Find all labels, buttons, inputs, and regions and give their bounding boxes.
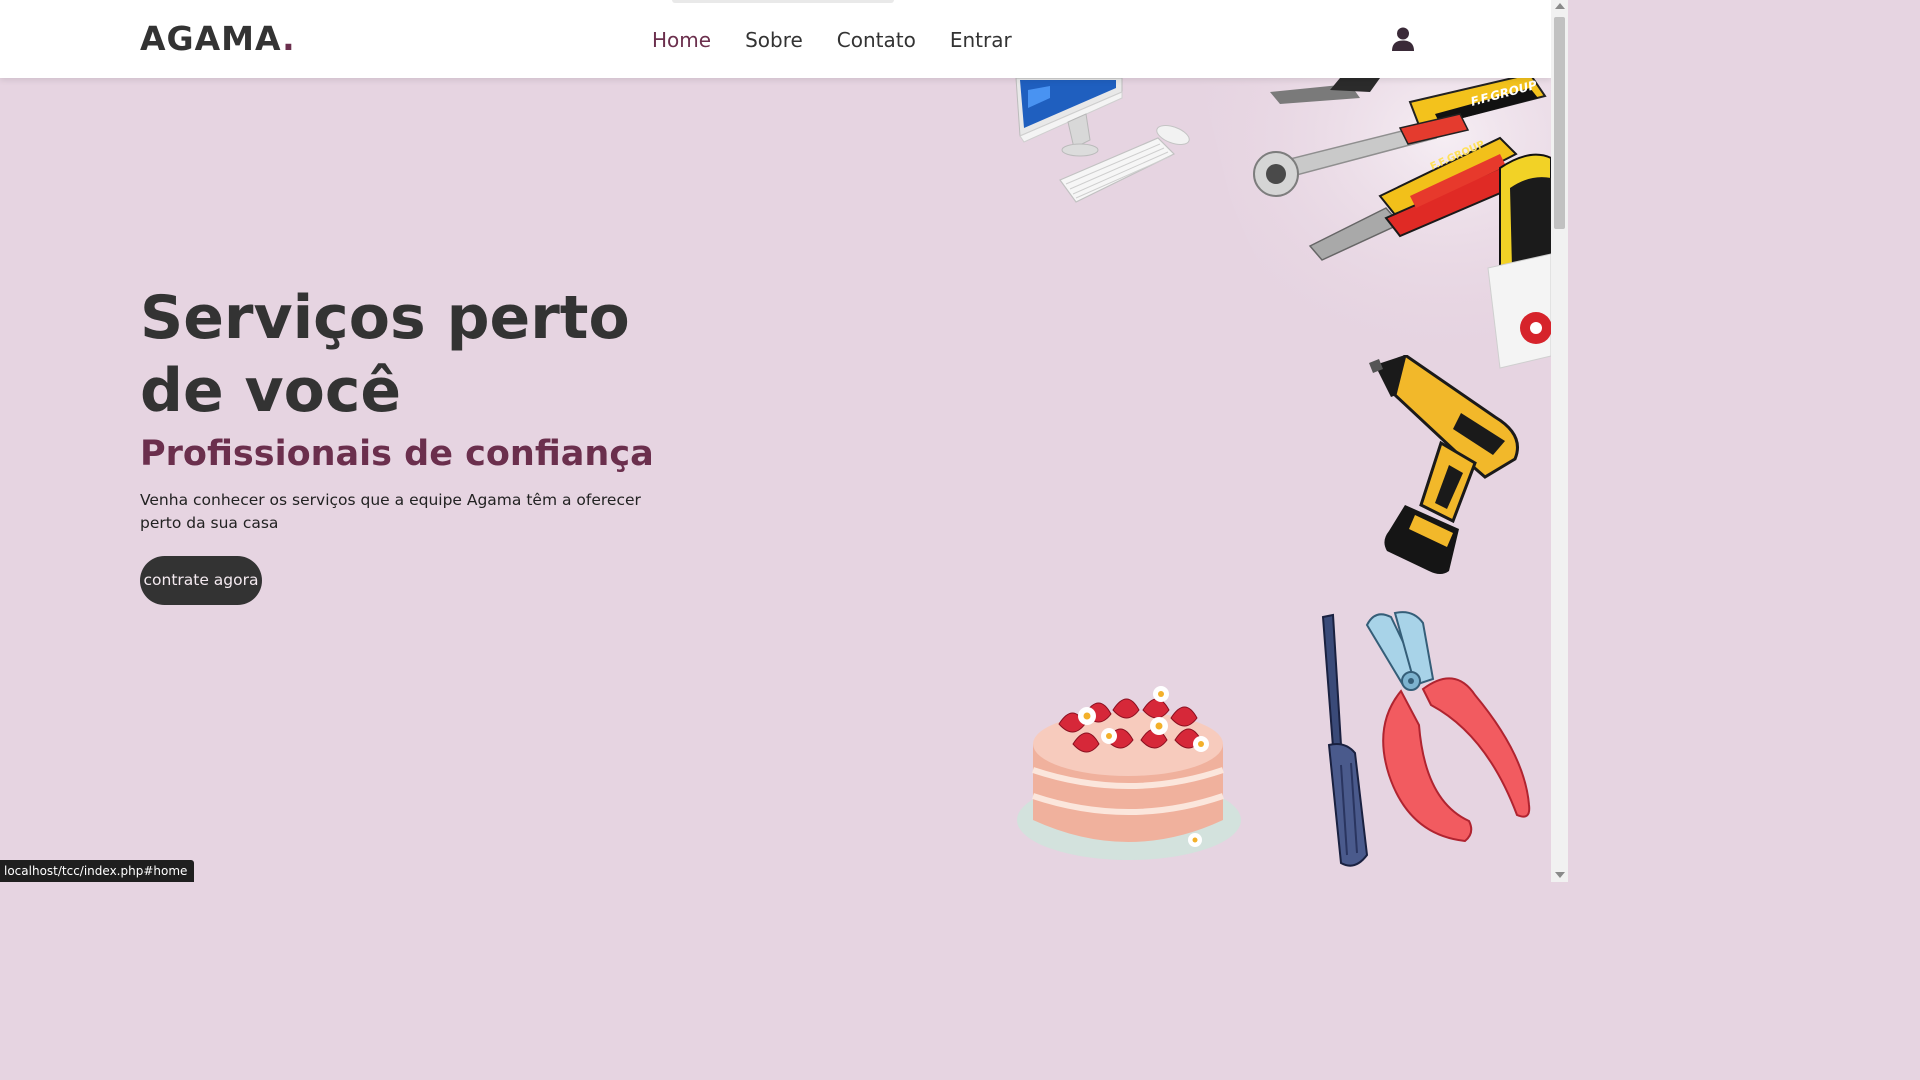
cake-illustration [1017, 686, 1241, 860]
tools-illustration: F.F.GROUP F.F.GROUP [1200, 78, 1551, 370]
scroll-thumb[interactable] [1554, 17, 1565, 229]
hero-title: Serviços perto de você [140, 283, 630, 426]
hero-description: Venha conhecer os serviços que a equipe … [140, 491, 641, 532]
contrate-agora-button[interactable]: contrate agora [140, 556, 262, 605]
logo-dot: . [282, 19, 296, 58]
nav-sobre[interactable]: Sobre [745, 26, 803, 54]
nav-contato[interactable]: Contato [837, 26, 916, 54]
logo-text: AGAMA [140, 19, 283, 58]
nav-entrar[interactable]: Entrar [950, 26, 1012, 54]
site-header: AGAMA. Home Sobre Contato Entrar [0, 0, 1551, 78]
scroll-up-arrow-icon[interactable] [1555, 3, 1565, 9]
hero-subtitle: Profissionais de confiança [140, 434, 654, 474]
nav-home[interactable]: Home [652, 26, 711, 54]
computer-illustration [1015, 78, 1190, 203]
page: AGAMA. Home Sobre Contato Entrar Serviço… [0, 0, 1568, 882]
scroll-down-arrow-icon[interactable] [1555, 872, 1565, 878]
status-bar-url: localhost/tcc/index.php#home [0, 860, 195, 882]
scrollbar[interactable] [1551, 0, 1568, 882]
user-icon[interactable] [1390, 26, 1416, 52]
main-nav: Home Sobre Contato Entrar [652, 26, 1012, 54]
top-indicator [672, 0, 894, 3]
drill-illustration [1369, 355, 1519, 574]
screwdriver-pliers-illustration [1321, 611, 1531, 867]
logo[interactable]: AGAMA. [140, 19, 296, 59]
